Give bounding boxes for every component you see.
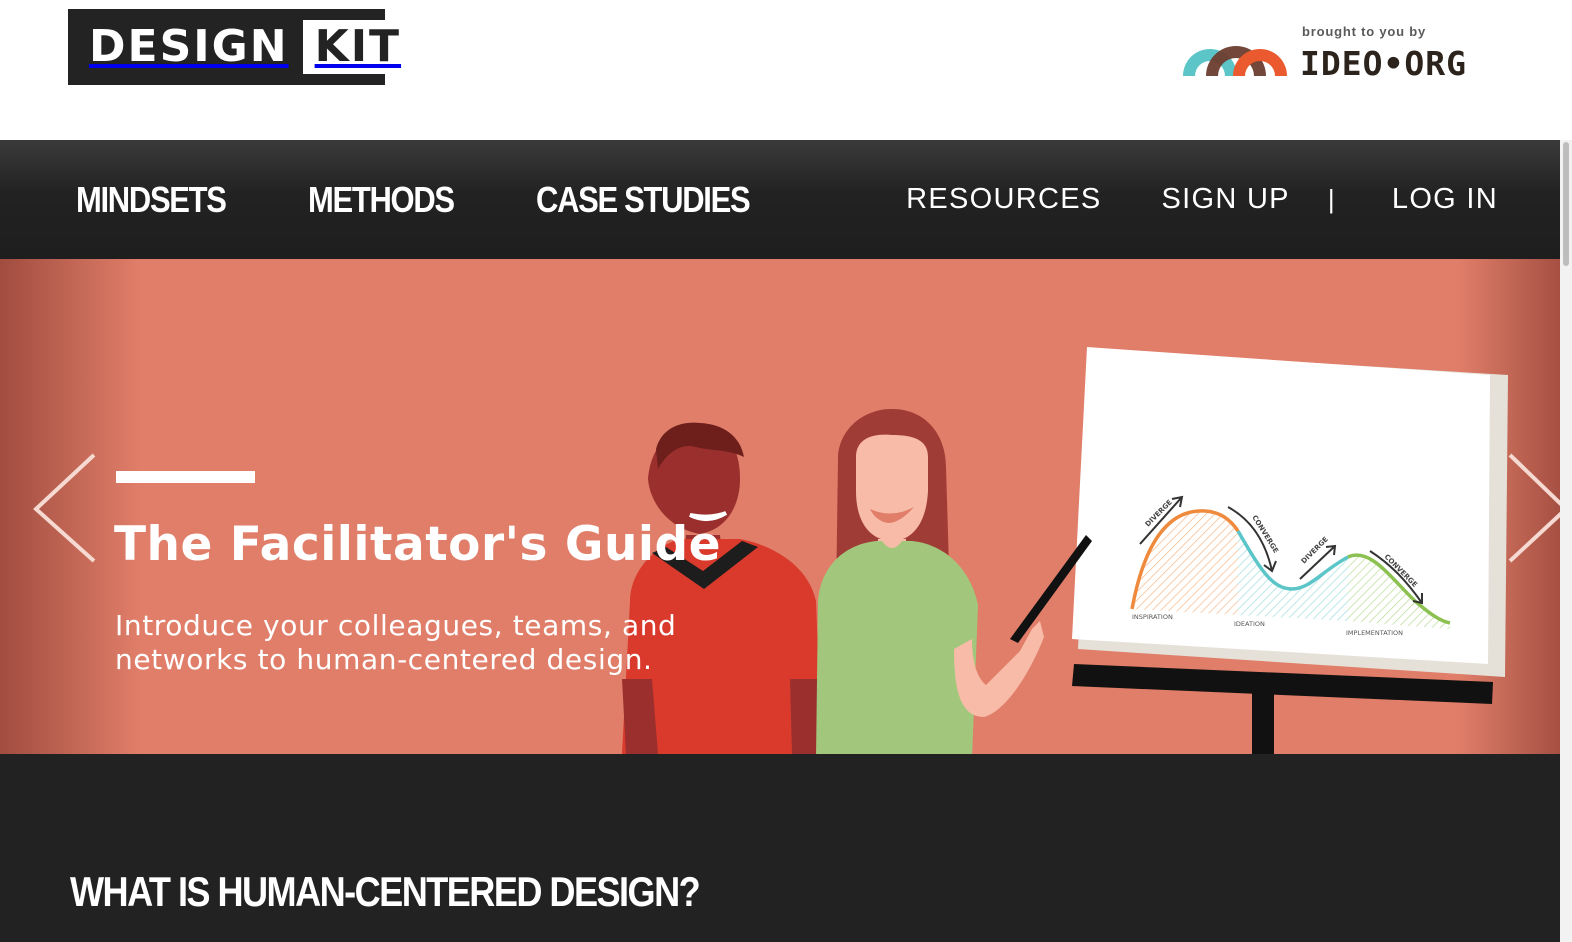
- scrollbar-thumb[interactable]: [1563, 142, 1569, 266]
- man-figure: [622, 422, 822, 754]
- main-nav: MINDSETS METHODS CASE STUDIES RESOURCES …: [0, 140, 1560, 259]
- carousel-next-button[interactable]: [1504, 449, 1568, 569]
- hcd-intro-section: WHAT IS HUMAN-CENTERED DESIGN?: [0, 754, 1560, 942]
- facilitator-illustration: DIVERGE CONVERGE DIVERGE CONVERGE INSPIR…: [622, 347, 1508, 754]
- nav-resources[interactable]: RESOURCES: [906, 183, 1101, 216]
- partner-name: IDEO•ORG: [1300, 44, 1467, 83]
- hero-accent-bar: [116, 471, 255, 483]
- easel-leg: [1252, 689, 1274, 754]
- chevron-left-icon: [33, 453, 96, 563]
- nav-mindsets[interactable]: MINDSETS: [76, 179, 227, 221]
- diagram-phase-ideation: IDEATION: [1234, 620, 1265, 628]
- hero-carousel: DIVERGE CONVERGE DIVERGE CONVERGE INSPIR…: [0, 259, 1568, 754]
- sign-up-link[interactable]: SIGN UP: [1161, 183, 1289, 216]
- carousel-prev-button[interactable]: [28, 449, 98, 569]
- hero-description: Introduce your colleagues, teams, and ne…: [115, 609, 677, 676]
- partner-tagline: brought to you by: [1302, 24, 1427, 39]
- logo-word-kit: KIT: [302, 20, 414, 74]
- page-scrollbar[interactable]: [1560, 140, 1572, 942]
- nav-separator: |: [1327, 184, 1336, 214]
- nav-case-studies[interactable]: CASE STUDIES: [536, 179, 751, 221]
- nav-methods[interactable]: METHODS: [308, 179, 455, 221]
- hero-title[interactable]: The Facilitator's Guide: [114, 517, 721, 572]
- woman-figure: [816, 409, 1092, 754]
- ideo-org-logo[interactable]: brought to you by IDEO•ORG: [1180, 22, 1520, 83]
- logo-word-design: DESIGN: [89, 21, 289, 72]
- design-kit-logo[interactable]: DESIGN KIT: [68, 9, 414, 85]
- primary-nav: MINDSETS METHODS CASE STUDIES: [76, 140, 784, 259]
- diagram-phase-implementation: IMPLEMENTATION: [1346, 629, 1403, 637]
- ideo-arcs-icon: [1183, 46, 1287, 76]
- section-heading: WHAT IS HUMAN-CENTERED DESIGN?: [70, 868, 701, 915]
- site-header: DESIGN KIT brought to you by IDEO•ORG: [0, 0, 1560, 140]
- log-in-link[interactable]: LOG IN: [1392, 183, 1498, 216]
- secondary-nav: RESOURCES SIGN UP | LOG IN: [906, 140, 1498, 259]
- chevron-right-icon: [1508, 453, 1568, 563]
- diagram-phase-inspiration: INSPIRATION: [1132, 613, 1173, 621]
